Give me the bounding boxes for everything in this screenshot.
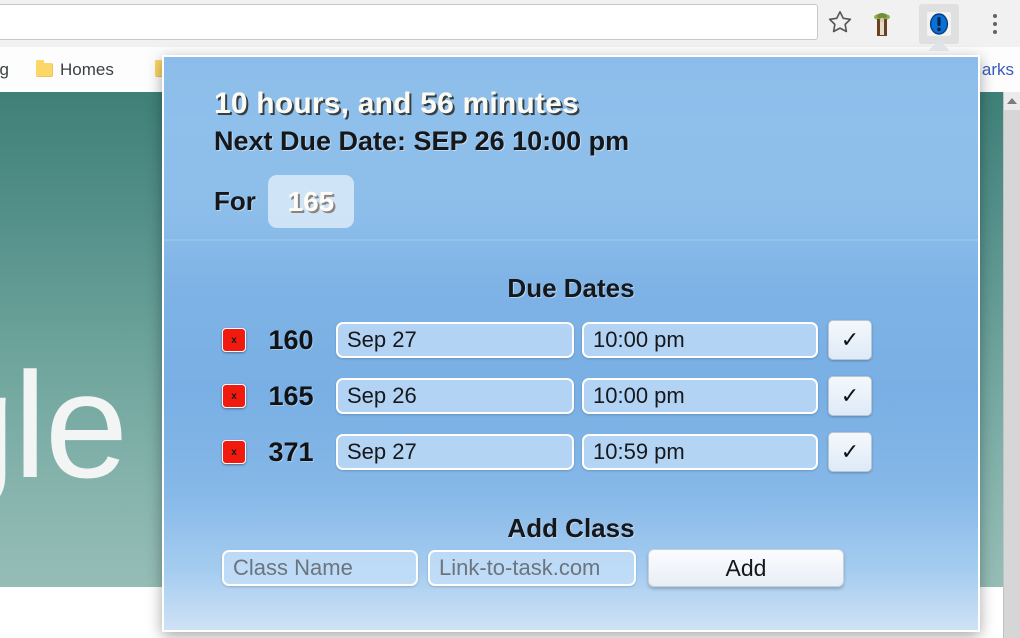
table-row: x 165 ✓ — [164, 368, 978, 424]
row-time-input[interactable] — [582, 434, 818, 470]
page-scrollbar[interactable] — [1003, 92, 1020, 638]
browser-window: ng Homes arks gle 10 hours, and 56 minut… — [0, 0, 1020, 638]
add-class-button[interactable]: Add — [648, 549, 844, 587]
next-due-date-text: Next Due Date: SEP 26 10:00 pm — [214, 126, 630, 156]
extension-popup: 10 hours, and 56 minutes Next Due Date: … — [162, 55, 980, 632]
popup-pointer-arrow — [928, 40, 950, 51]
bookmark-item-homes[interactable]: Homes — [36, 47, 114, 92]
bookmark-label-truncated: ng — [0, 59, 9, 79]
row-date-input[interactable] — [336, 434, 574, 470]
confirm-row-button[interactable]: ✓ — [828, 432, 872, 472]
other-bookmarks-item[interactable]: arks — [982, 47, 1014, 92]
for-label: For — [214, 186, 256, 216]
table-row: x 371 ✓ — [164, 424, 978, 480]
add-class-title: Add Class — [507, 513, 635, 543]
add-class-form: Add — [222, 549, 844, 587]
delete-row-button[interactable]: x — [222, 440, 246, 464]
alert-extension-icon[interactable] — [919, 4, 959, 44]
row-date-input[interactable] — [336, 322, 574, 358]
row-class-number: 160 — [268, 324, 314, 355]
for-class-badge: 165 — [267, 175, 354, 228]
row-date-input[interactable] — [336, 378, 574, 414]
three-dot-menu-icon[interactable] — [975, 4, 1015, 44]
row-class-number: 165 — [268, 380, 314, 411]
alert-extension-glyph — [927, 12, 951, 36]
due-dates-list: x 160 ✓ x 165 ✓ x 371 ✓ — [164, 312, 978, 480]
address-bar[interactable] — [0, 4, 818, 40]
scroll-up-arrow-icon[interactable] — [1004, 92, 1020, 110]
person-extension-icon[interactable] — [862, 4, 902, 44]
confirm-row-button[interactable]: ✓ — [828, 320, 872, 360]
countdown-heading: 10 hours, and 56 minutes — [214, 87, 579, 120]
folder-icon — [36, 59, 53, 77]
bookmark-item-truncated[interactable]: ng — [0, 47, 9, 92]
row-time-input[interactable] — [582, 322, 818, 358]
table-row: x 160 ✓ — [164, 312, 978, 368]
class-name-input[interactable] — [222, 550, 418, 586]
bookmark-label-homes: Homes — [60, 59, 114, 79]
delete-row-button[interactable]: x — [222, 328, 246, 352]
due-dates-title: Due Dates — [507, 273, 635, 303]
for-class-row: For 165 — [214, 175, 354, 228]
bookmark-star-icon[interactable] — [818, 4, 862, 40]
row-time-input[interactable] — [582, 378, 818, 414]
browser-toolbar — [0, 0, 1020, 48]
page-logo-text: gle — [0, 341, 128, 509]
row-class-number: 371 — [268, 436, 314, 467]
delete-row-button[interactable]: x — [222, 384, 246, 408]
other-bookmarks-label: arks — [981, 59, 1014, 79]
class-link-input[interactable] — [428, 550, 636, 586]
confirm-row-button[interactable]: ✓ — [828, 376, 872, 416]
